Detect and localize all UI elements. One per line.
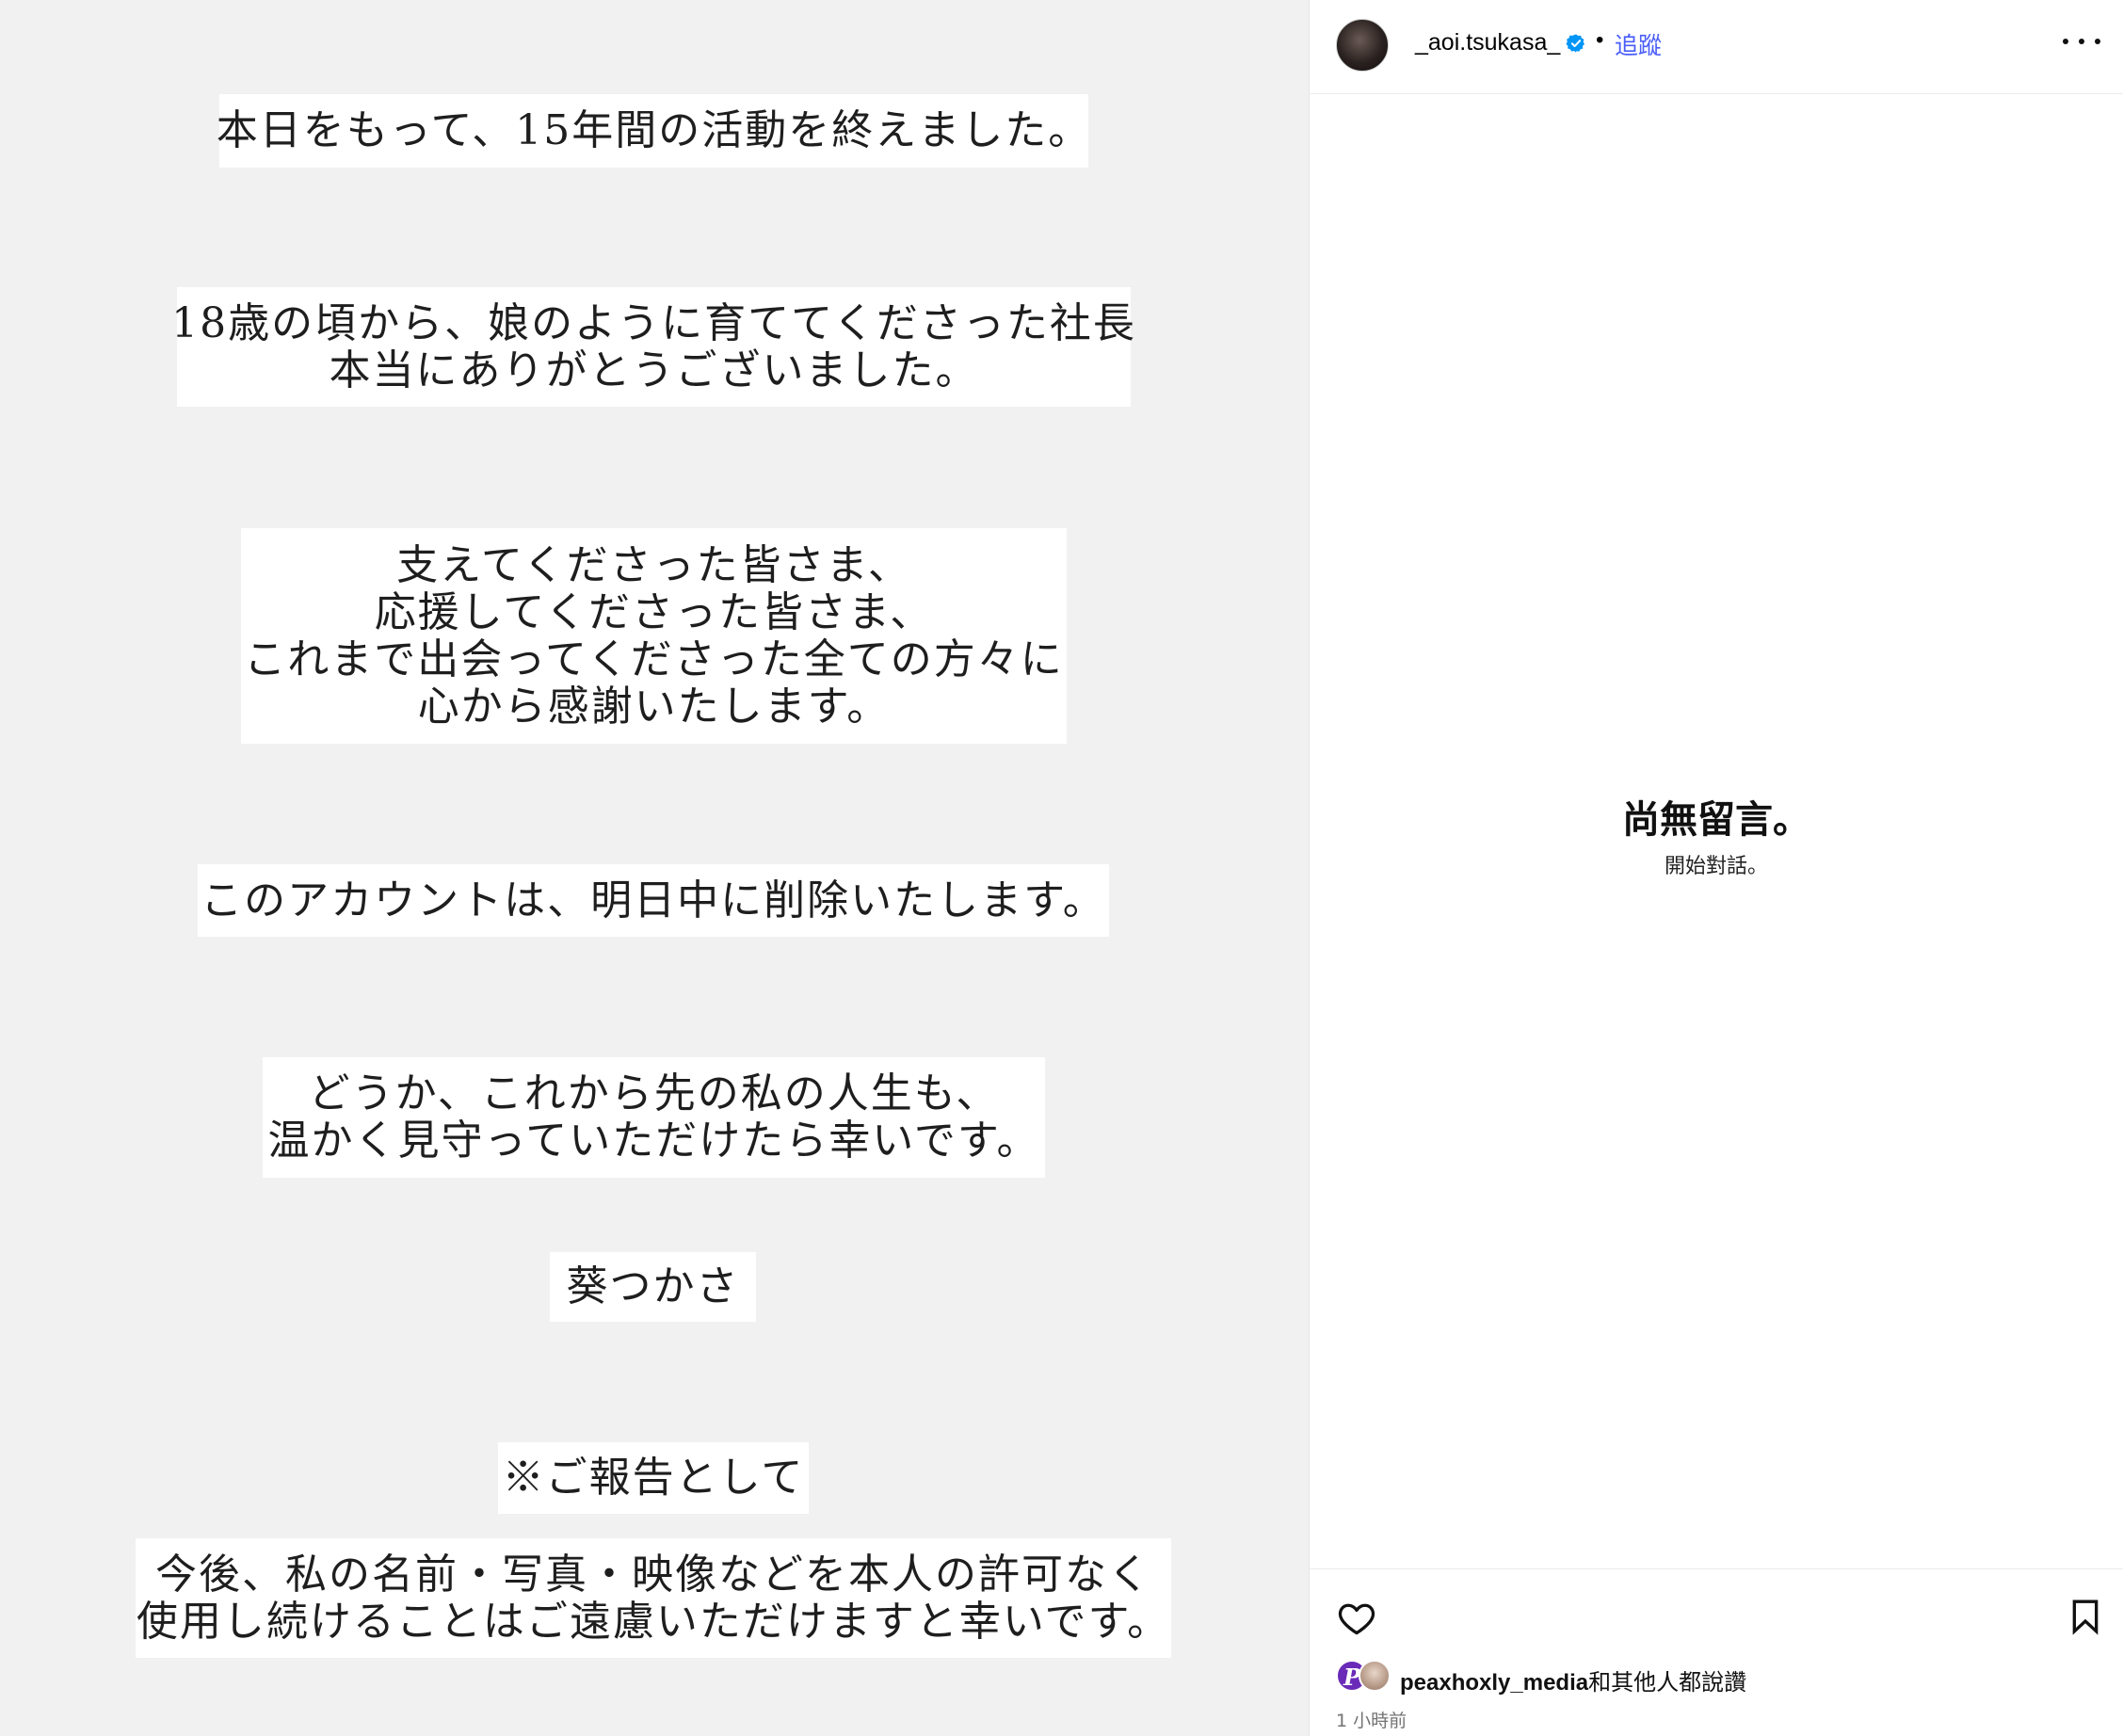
follow-button[interactable]: 追蹤 bbox=[1615, 27, 1662, 61]
likes-summary: peaxhoxly_media和其他人都說讚 bbox=[1400, 1664, 1746, 1696]
statement-line: 18歳の頃から、娘のように育ててくださった社長 bbox=[171, 298, 1136, 347]
statement-line: 支えてくださった皆さま、 bbox=[396, 540, 911, 589]
post-media: 本日をもって、15年間の活動を終えました。 18歳の頃から、娘のように育ててくだ… bbox=[0, 0, 1309, 1736]
statement-line: 今後、私の名前・写真・映像などを本人の許可なく bbox=[155, 1550, 1151, 1599]
post-timestamp[interactable]: 1 小時前 bbox=[1336, 1707, 1407, 1732]
statement-line: 葵つかさ bbox=[566, 1262, 740, 1310]
no-comments-title: 尚無留言。 bbox=[1622, 798, 1810, 842]
statement-card-notice-body: 今後、私の名前・写真・映像などを本人の許可なく 使用し続けることはご遠慮いただけ… bbox=[136, 1538, 1171, 1658]
statement-line: 心から感謝いたします。 bbox=[417, 682, 891, 731]
statement-line: ※ご報告として bbox=[502, 1454, 805, 1502]
username-link[interactable]: _aoi.tsukasa_ bbox=[1415, 29, 1560, 56]
avatar[interactable] bbox=[1336, 19, 1389, 72]
instagram-post-view: 本日をもって、15年間の活動を終えました。 18歳の頃から、娘のように育ててくだ… bbox=[0, 0, 2123, 1736]
statement-card-1: 本日をもって、15年間の活動を終えました。 bbox=[217, 94, 1089, 168]
statement-card-signature: 葵つかさ bbox=[550, 1252, 756, 1322]
statement-card-4: このアカウントは、明日中に削除いたします。 bbox=[198, 864, 1109, 937]
statement-card-notice-title: ※ご報告として bbox=[498, 1442, 809, 1514]
statement-card-3: 支えてくださった皆さま、 応援してくださった皆さま、 これまで出会ってくださった… bbox=[241, 528, 1067, 744]
save-bookmark-icon[interactable] bbox=[2067, 1596, 2104, 1637]
like-heart-icon[interactable] bbox=[1336, 1598, 1377, 1639]
liker-avatar[interactable] bbox=[1359, 1660, 1391, 1692]
statement-line: 使用し続けることはご遠慮いただけますと幸いです。 bbox=[136, 1597, 1171, 1646]
statement-line: これまで出会ってくださった全ての方々に bbox=[244, 635, 1064, 683]
separator-dot: • bbox=[1596, 27, 1604, 53]
post-side-panel: _aoi.tsukasa_ • 追蹤 尚無留言。 開始對話。 P peaxhox… bbox=[1309, 0, 2123, 1736]
verified-badge-icon bbox=[1566, 34, 1584, 53]
liker-avatars: P bbox=[1336, 1660, 1396, 1694]
post-header: _aoi.tsukasa_ • 追蹤 bbox=[1310, 0, 2123, 94]
start-conversation-text: 開始對話。 bbox=[1664, 855, 1768, 878]
statement-line: 温かく見守っていただけたら幸いです。 bbox=[267, 1117, 1040, 1165]
statement-line: 本当にありがとうございました。 bbox=[329, 346, 979, 394]
statement-line: 応援してくださった皆さま、 bbox=[374, 587, 934, 636]
statement-line: どうか、これから先の私の人生も、 bbox=[308, 1069, 1000, 1117]
statement-card-5: どうか、これから先の私の人生も、 温かく見守っていただけたら幸いです。 bbox=[263, 1057, 1045, 1178]
statement-card-2: 18歳の頃から、娘のように育ててくださった社長 本当にありがとうございました。 bbox=[171, 287, 1134, 407]
likes-suffix[interactable]: 和其他人都說讚 bbox=[1588, 1669, 1746, 1696]
post-actions-footer: P peaxhoxly_media和其他人都說讚 1 小時前 bbox=[1310, 1568, 2123, 1736]
statement-line: このアカウントは、明日中に削除いたします。 bbox=[201, 876, 1106, 924]
statement-line: 本日をもって、15年間の活動を終えました。 bbox=[216, 106, 1092, 154]
more-options-icon[interactable] bbox=[2063, 32, 2100, 51]
liker-name-link[interactable]: peaxhoxly_media bbox=[1400, 1670, 1588, 1696]
